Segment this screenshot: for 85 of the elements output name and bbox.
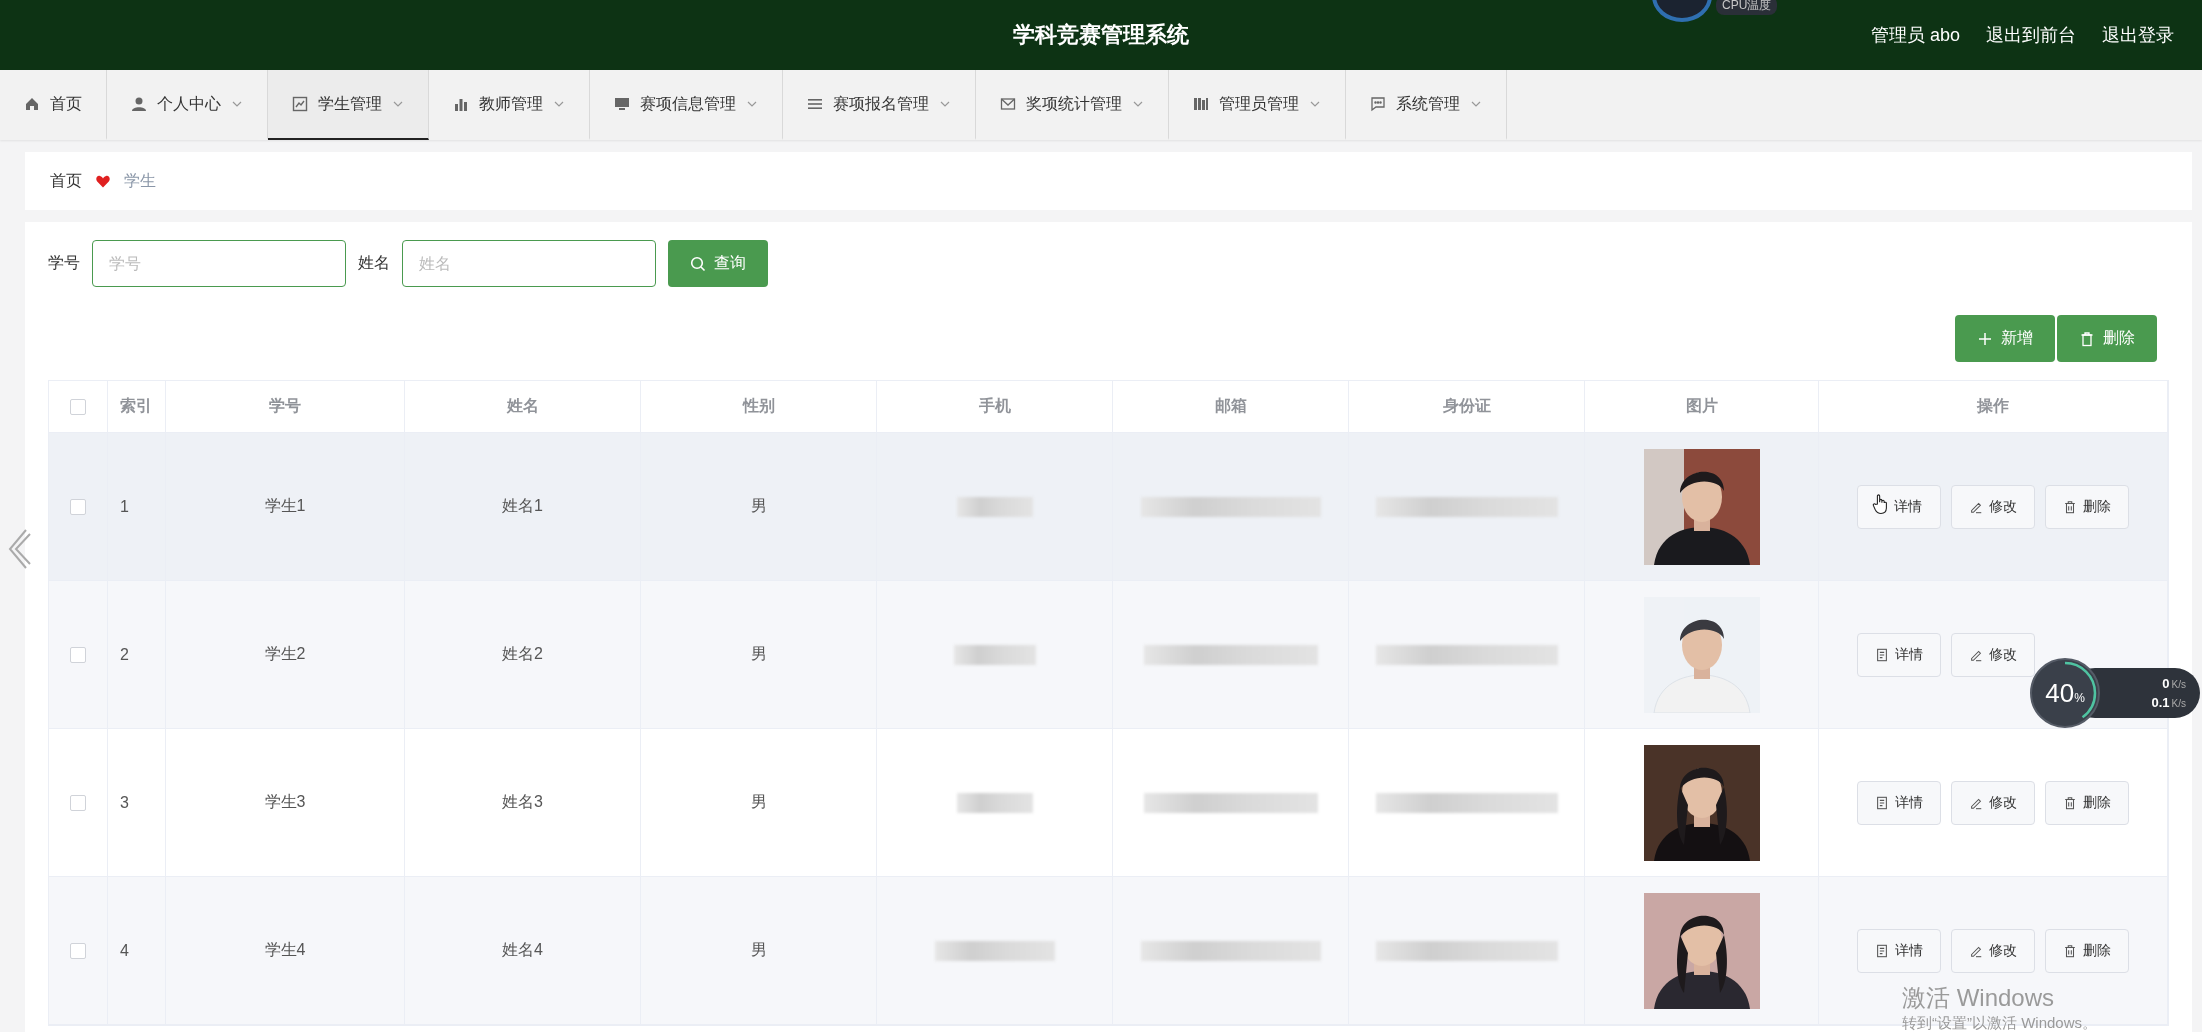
home-icon (24, 96, 40, 112)
trash-icon (2063, 943, 2077, 958)
table-cell-text: 姓名3 (502, 792, 543, 812)
field-label: 姓名 (358, 253, 390, 273)
table-cell-text: 姓名1 (502, 496, 543, 516)
upload-speed: 0 K/s (2162, 676, 2186, 691)
search-field[interactable]: 姓名 (402, 240, 656, 287)
search-icon (690, 255, 706, 272)
nav-tab[interactable]: 奖项统计管理 (976, 70, 1169, 140)
select-all-checkbox[interactable] (70, 398, 86, 415)
nav-tab[interactable]: 教师管理 (429, 70, 590, 140)
activation-hint: 转到“设置”以激活 Windows。 (1902, 1014, 2097, 1032)
list-icon (807, 96, 823, 112)
user-name: 管理员 abo (1870, 24, 1960, 47)
row-checkbox[interactable] (70, 942, 86, 959)
column-header: 索引 (120, 396, 152, 416)
detail-button[interactable]: 详情 (1857, 780, 1941, 825)
nav-tab[interactable]: 系统管理 (1346, 70, 1507, 140)
nav-tab[interactable]: 赛项信息管理 (590, 70, 783, 140)
app-title: 学科竞赛管理系统 (1013, 21, 1189, 49)
table-cell: 1 (120, 497, 129, 516)
table-cell-text: 姓名4 (502, 940, 543, 960)
trash-icon (2079, 330, 2095, 347)
nav-tab[interactable]: 管理员管理 (1169, 70, 1346, 140)
download-speed: 0.1 K/s (2151, 695, 2186, 710)
chart-icon (292, 96, 308, 112)
field-label: 学号 (48, 253, 80, 273)
table-cell-text: 学生2 (264, 644, 306, 664)
table-cell: 3 (120, 793, 129, 812)
mail-icon (1000, 96, 1016, 112)
header-link[interactable]: 退出登录 (2102, 23, 2174, 47)
detail-button[interactable]: 详情 (1857, 928, 1941, 973)
table-cell-text: 男 (750, 940, 767, 960)
nav-tab[interactable]: 首页 (0, 70, 107, 140)
activation-title: 激活 Windows (1902, 983, 2056, 1013)
monitor-icon (614, 96, 630, 112)
hand-cursor-icon (1872, 492, 1890, 515)
breadcrumb-current: 学生 (124, 170, 156, 191)
chat-icon (1370, 96, 1386, 112)
edit-button[interactable]: 修改 (1951, 928, 2035, 973)
plus-icon (1977, 330, 1993, 347)
column-header: 身份证 (1442, 396, 1491, 416)
breadcrumb-link[interactable]: 首页 (50, 170, 82, 192)
table-cell-text: 学生1 (264, 496, 306, 516)
table-cell-text: 姓名2 (502, 644, 543, 664)
column-header: 姓名 (506, 396, 539, 416)
trash-icon (2063, 795, 2077, 810)
bar-chart-icon (453, 96, 469, 112)
table-cell: 2 (120, 645, 129, 664)
nav-tab[interactable]: 学生管理 (268, 70, 429, 140)
edit-button[interactable]: 修改 (1951, 484, 2035, 529)
edit-button[interactable]: 修改 (1951, 780, 2035, 825)
column-header: 手机 (978, 396, 1011, 416)
table-cell-text: 男 (750, 496, 767, 516)
column-header: 性别 (742, 396, 775, 416)
document-icon (1875, 943, 1889, 958)
column-header: 图片 (1685, 396, 1718, 416)
column-header: 邮箱 (1214, 396, 1247, 416)
books-icon (1193, 96, 1209, 112)
user-icon (131, 96, 147, 112)
delete-button[interactable]: 删除 (2045, 484, 2129, 529)
column-header: 学号 (269, 396, 301, 416)
usage-percent: 40% (2045, 677, 2085, 709)
column-header: 操作 (1977, 396, 2009, 416)
previous-arrow-icon[interactable] (6, 528, 32, 570)
delete-button[interactable]: 删除 (2045, 780, 2129, 825)
table-cell-text: 学生4 (264, 940, 306, 960)
detail-button[interactable]: 详情 (1857, 632, 1941, 677)
delete-button[interactable]: 删除 (2045, 928, 2129, 973)
nav-tab[interactable]: 赛项报名管理 (783, 70, 976, 140)
table-cell: 4 (120, 941, 129, 960)
table-cell-text: 男 (750, 792, 767, 812)
table-cell-text: 男 (750, 644, 767, 664)
row-checkbox[interactable] (70, 646, 86, 663)
detail-button[interactable]: 详情 (1857, 484, 1941, 529)
document-icon (1875, 647, 1889, 662)
header-link[interactable]: 退出到前台 (1986, 23, 2076, 47)
heart-icon (96, 174, 110, 188)
edit-button[interactable]: 修改 (1951, 632, 2035, 677)
search-field[interactable]: 学号 (92, 240, 346, 287)
trash-icon (2063, 499, 2077, 514)
row-checkbox[interactable] (70, 498, 86, 515)
row-checkbox[interactable] (70, 794, 86, 811)
table-cell-text: 学生3 (264, 792, 306, 812)
document-icon (1875, 795, 1889, 810)
